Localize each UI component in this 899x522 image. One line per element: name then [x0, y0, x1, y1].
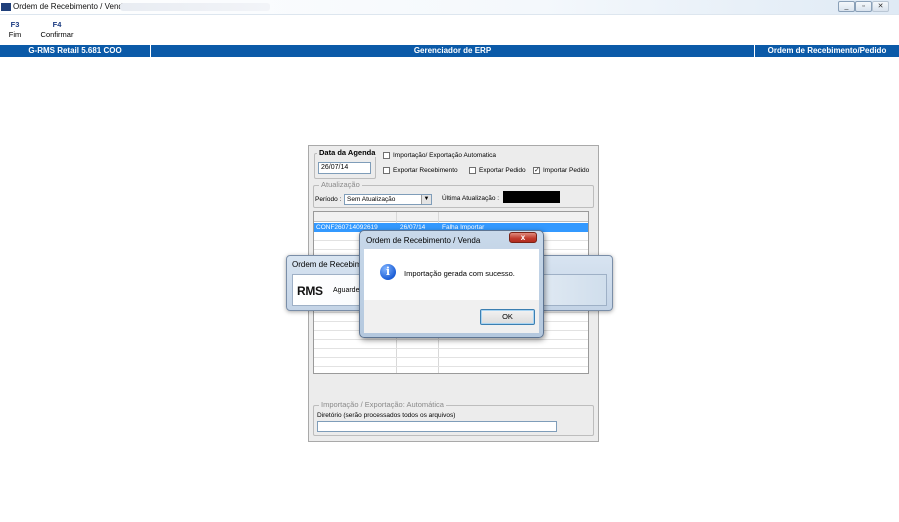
table-row[interactable] — [314, 358, 588, 367]
checkbox-box[interactable] — [383, 167, 390, 174]
atualizacao-legend: Atualização — [319, 180, 362, 189]
header-screen-name: Ordem de Recebimento/Pedido — [767, 46, 887, 55]
message-box-footer: OK — [364, 300, 539, 333]
message-box-title: Ordem de Recebimento / Venda — [366, 236, 481, 245]
progress-dialog-title: Ordem de Recebime — [292, 260, 366, 269]
toolbar-fim-button[interactable]: F3 Fim — [5, 20, 25, 40]
table-row[interactable] — [314, 349, 588, 358]
data-agenda-group: Data da Agenda 26/07/14 — [314, 148, 378, 179]
exportar-pedido-checkbox[interactable]: Exportar Pedido — [469, 167, 526, 174]
atualizacao-group: Atualização Período : Sem Atualização ▼ … — [313, 180, 594, 208]
app-icon — [1, 3, 11, 11]
periodo-select[interactable]: Sem Atualização ▼ — [344, 194, 432, 205]
auto-section-legend: Importação / Exportação: Automática — [319, 400, 446, 409]
rms-logo: RMS — [297, 284, 323, 298]
close-button[interactable]: x — [509, 232, 537, 243]
header-band: G-RMS Retail 5.681 COO Gerenciador de ER… — [0, 45, 899, 57]
importar-pedido-checkbox[interactable]: ✓ Importar Pedido — [533, 167, 589, 174]
window-title: Ordem de Recebimento / Venda — [13, 2, 128, 11]
data-agenda-input[interactable]: 26/07/14 — [318, 162, 371, 174]
toolbar-confirmar-button[interactable]: F4 Confirmar — [37, 20, 77, 40]
grid-header — [314, 212, 588, 222]
checkbox-box[interactable] — [469, 167, 476, 174]
maximize-icon[interactable]: ▫ — [855, 1, 872, 12]
header-module-name: Gerenciador de ERP — [413, 46, 492, 55]
data-agenda-legend: Data da Agenda — [317, 148, 378, 157]
header-product-name: G-RMS Retail 5.681 COO — [28, 46, 122, 55]
checkbox-box[interactable] — [383, 152, 390, 159]
periodo-label: Período : — [315, 196, 342, 203]
close-icon[interactable]: ✕ — [872, 1, 889, 12]
progress-wait-text: Aguarde, — [333, 287, 362, 294]
title-bar: Ordem de Recebimento / Venda _ ▫ ✕ — [0, 0, 899, 15]
title-redacted-text — [120, 3, 270, 11]
toolbar-label-fim: Fim — [8, 30, 22, 39]
toolbar-key-f3: F3 — [10, 20, 20, 29]
table-row[interactable] — [314, 340, 588, 349]
close-icon: x — [520, 233, 526, 242]
auto-section-group: Importação / Exportação: Automática Dire… — [313, 400, 594, 436]
app-window: Ordem de Recebimento / Venda _ ▫ ✕ F3 Fi… — [0, 0, 899, 522]
exportar-pedido-label: Exportar Pedido — [479, 167, 526, 174]
ultima-atualizacao-label: Última Atualização : — [442, 195, 500, 202]
auto-import-export-label: Importação/ Exportação Automatica — [393, 152, 496, 159]
exportar-recebimento-label: Exportar Recebimento — [393, 167, 458, 174]
info-icon: i — [380, 264, 396, 280]
minimize-icon[interactable]: _ — [838, 1, 855, 12]
chevron-down-icon[interactable]: ▼ — [421, 195, 431, 204]
ok-button[interactable]: OK — [480, 309, 535, 325]
message-text: Importação gerada com sucesso. — [404, 269, 515, 278]
importar-pedido-label: Importar Pedido — [543, 167, 590, 174]
diretorio-label: Diretório (serão processados todos os ar… — [317, 412, 456, 419]
toolbar-label-confirmar: Confirmar — [40, 30, 74, 39]
exportar-recebimento-checkbox[interactable]: Exportar Recebimento — [383, 167, 458, 174]
message-box: Ordem de Recebimento / Venda x i Importa… — [359, 230, 544, 338]
checkmark-icon[interactable]: ✓ — [533, 167, 540, 174]
ultima-atualizacao-value — [503, 191, 560, 203]
periodo-value: Sem Atualização — [347, 196, 396, 203]
message-box-content: i Importação gerada com sucesso. — [364, 249, 539, 300]
diretorio-input[interactable] — [317, 421, 557, 432]
auto-import-export-checkbox[interactable]: Importação/ Exportação Automatica — [383, 152, 496, 159]
toolbar-key-f4: F4 — [52, 20, 62, 29]
